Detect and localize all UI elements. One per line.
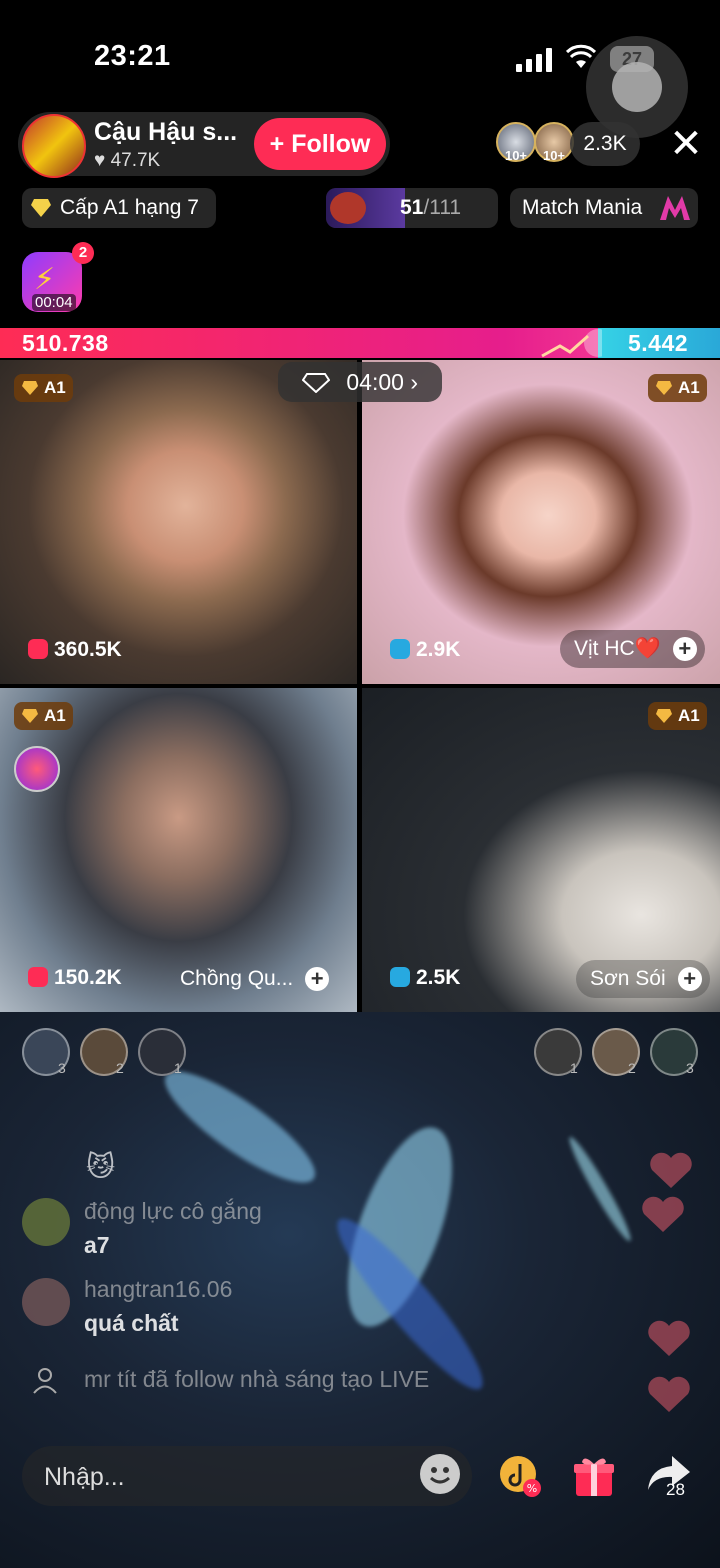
comment-username[interactable]: hangtran16.06: [84, 1276, 232, 1303]
heart-icon: [648, 1320, 690, 1356]
rank-badge: A1: [14, 702, 73, 730]
gifter-rank: 2: [628, 1060, 636, 1076]
close-button[interactable]: ✕: [666, 124, 706, 164]
add-icon[interactable]: +: [305, 967, 330, 991]
cellular-signal-icon: [516, 48, 552, 72]
guest-score: 150.2K: [28, 966, 122, 990]
battle-timer-icon: [301, 373, 330, 393]
top-viewer-1[interactable]: 10+: [496, 122, 536, 163]
progress-current: 51: [400, 196, 424, 219]
diamond-icon: [656, 709, 672, 723]
boost-timer: 00:04: [32, 294, 76, 311]
gift-icon[interactable]: [570, 1452, 618, 1500]
top-viewer-2[interactable]: 10+: [534, 122, 574, 163]
gifter-rank: 3: [686, 1060, 694, 1076]
comment-username[interactable]: động lực cô gắng: [84, 1198, 262, 1225]
heart-icon: [648, 1376, 690, 1412]
battle-timer[interactable]: 04:00 ›: [278, 362, 442, 402]
guest-name-pill[interactable]: Sơn Sói +: [576, 960, 710, 998]
guest-tile-2[interactable]: A1 2.9K Vịt HC❤️ +: [362, 360, 720, 684]
comment-avatar[interactable]: [22, 1278, 70, 1326]
diamond-icon: [656, 381, 672, 395]
host-name[interactable]: Cậu Hậu s...: [94, 118, 237, 147]
viewer-badge: 10+: [542, 148, 566, 163]
rank-badge: A1: [14, 374, 73, 402]
battle-spark-icon: [541, 329, 602, 358]
battle-score-left: 510.738: [22, 330, 109, 356]
event-progress-chip[interactable]: 51/111: [326, 188, 498, 228]
chevron-right-icon: ›: [410, 369, 418, 395]
add-icon[interactable]: +: [677, 967, 702, 991]
guest-tile-4[interactable]: A1 2.5K Sơn Sói +: [362, 688, 720, 1012]
lightning-icon: ⚡: [34, 263, 56, 296]
boost-mini-icon: [14, 746, 60, 792]
add-icon[interactable]: +: [672, 637, 697, 661]
heart-icon: [642, 1196, 684, 1232]
guest-score: 360.5K: [28, 638, 122, 662]
system-message: mr tít đã follow nhà sáng tạo LIVE: [84, 1366, 430, 1392]
comment-text: a7: [84, 1232, 110, 1258]
guest-tile-1[interactable]: A1 360.5K: [0, 360, 357, 684]
share-count: 28: [666, 1480, 685, 1499]
score-icon: [390, 967, 410, 987]
follow-user-icon: [33, 1368, 57, 1394]
svg-text:%: %: [527, 1482, 537, 1495]
progress-total: /111: [423, 196, 462, 219]
tiktok-coin-icon[interactable]: %: [496, 1452, 544, 1500]
gifter-rank: 3: [58, 1060, 66, 1076]
guest-score: 2.9K: [390, 638, 460, 662]
viewer-badge: 10+: [504, 148, 528, 163]
viewer-count[interactable]: 2.3K: [570, 122, 640, 166]
level-chip[interactable]: Cấp A1 hạng 7: [22, 188, 216, 228]
match-mania-chip[interactable]: Match Mania: [510, 188, 698, 228]
status-time: 23:21: [94, 40, 171, 72]
emoji-button[interactable]: [420, 1454, 460, 1494]
comment-input[interactable]: [42, 1446, 406, 1508]
cat-emoji-icon: 😼: [86, 1151, 116, 1182]
score-icon: [28, 639, 48, 659]
emoji-icon: [430, 1467, 450, 1484]
heart-icon: [650, 1152, 692, 1188]
comment-input-pill[interactable]: [22, 1446, 472, 1508]
boost-count-badge: 2: [72, 242, 94, 264]
guest-name-pill[interactable]: Vịt HC❤️ +: [560, 630, 705, 668]
gifter-rank: 1: [570, 1060, 578, 1076]
gifter-rank: 2: [116, 1060, 124, 1076]
rank-badge: A1: [648, 374, 707, 402]
host-avatar[interactable]: [22, 114, 86, 178]
comment-text: quá chất: [84, 1310, 179, 1336]
guest-tile-3[interactable]: A1 150.2K Chồng Qu... +: [0, 688, 357, 1012]
rank-badge: A1: [648, 702, 707, 730]
score-icon: [28, 967, 48, 987]
diamond-icon: [22, 709, 38, 723]
match-mania-logo-icon: [660, 196, 690, 220]
feather-effect: [151, 1054, 329, 1200]
diamond-icon: [22, 381, 38, 395]
guest-score: 2.5K: [390, 966, 460, 990]
score-icon: [390, 639, 410, 659]
guest-name-pill[interactable]: Chồng Qu... +: [166, 960, 337, 998]
comment-avatar[interactable]: [22, 1198, 70, 1246]
battle-score-right: 5.442: [628, 330, 689, 356]
heart-icon: ♥: [94, 150, 106, 171]
host-likes: ♥ 47.7K: [94, 150, 161, 171]
mascot-icon: [330, 192, 366, 224]
diamond-icon: [31, 199, 51, 217]
follow-button[interactable]: + Follow: [254, 118, 386, 170]
gifter-rank: 1: [174, 1060, 182, 1076]
lightning-effect: [563, 1133, 637, 1245]
